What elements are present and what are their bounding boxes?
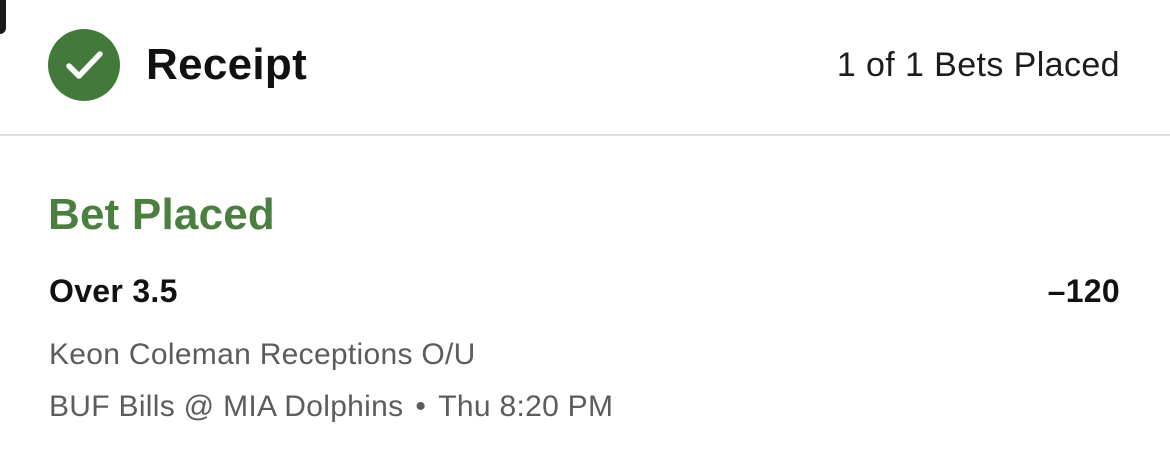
receipt-title: Receipt (146, 40, 308, 89)
bet-receipt-page: Receipt 1 of 1 Bets Placed Bet Placed Ov… (0, 0, 1170, 465)
bet-status-title: Bet Placed (48, 190, 275, 239)
bet-selection: Over 3.5 (49, 273, 178, 309)
bets-placed-summary: 1 of 1 Bets Placed (836, 46, 1120, 84)
bet-odds: –120 (1047, 273, 1120, 309)
bet-market: Keon Coleman Receptions O/U (49, 338, 476, 371)
event-details: BUF Bills @ MIA Dolphins • Thu 8:20 PM (49, 389, 613, 425)
receipt-header: Receipt 1 of 1 Bets Placed (0, 0, 1170, 136)
checkmark-circle-icon (48, 29, 120, 101)
event-matchup: BUF Bills @ MIA Dolphins (49, 390, 404, 423)
event-time: Thu 8:20 PM (438, 390, 614, 423)
window-corner-mark (0, 0, 6, 34)
event-separator: • (415, 390, 427, 423)
